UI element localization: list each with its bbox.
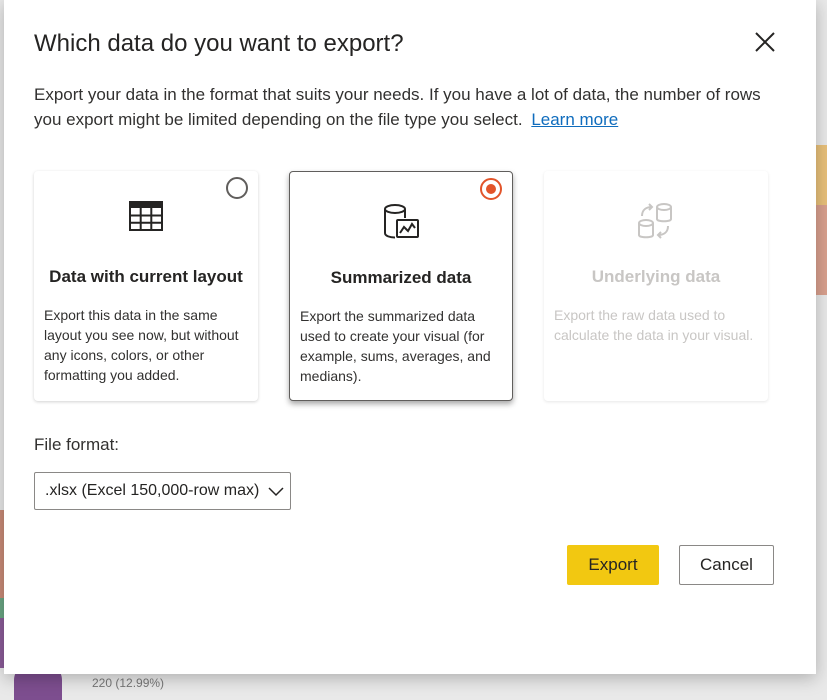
option-description: Export the summarized data used to creat… [300,308,491,384]
close-button[interactable] [751,28,779,56]
dialog-title: Which data do you want to export? [34,30,404,57]
background-data-label: 220 (12.99%) [92,676,165,690]
option-description: Export the raw data used to calculate th… [554,307,754,343]
summarized-data-icon [384,204,419,239]
dialog-description: Export your data in the format that suit… [34,82,764,132]
background-report-visual [815,205,827,295]
option-card-current-layout[interactable]: Data with current layout Export this dat… [34,171,258,401]
file-format-label: File format: [34,435,120,454]
table-icon [129,201,163,231]
cancel-button[interactable]: Cancel [679,545,774,585]
option-description: Export this data in the same layout you … [44,307,239,383]
radio-current-layout[interactable] [226,177,248,199]
option-card-summarized-data[interactable]: Summarized data Export the summarized da… [289,171,513,401]
underlying-data-icon [638,203,672,239]
export-button[interactable]: Export [567,545,659,585]
radio-summarized-data[interactable] [480,178,502,200]
export-data-dialog: Which data do you want to export? Export… [4,0,816,674]
option-card-underlying-data: Underlying data Export the raw data used… [544,171,768,401]
option-title: Summarized data [330,268,472,287]
chevron-down-icon [268,487,284,497]
close-icon [755,32,775,52]
learn-more-link[interactable]: Learn more [531,110,618,129]
background-report-visual [815,145,827,205]
file-format-dropdown[interactable]: .xlsx (Excel 150,000-row max) [34,472,291,510]
option-title: Underlying data [591,267,721,286]
option-title: Data with current layout [49,267,243,286]
description-text: Export your data in the format that suit… [34,85,761,129]
file-format-value: .xlsx (Excel 150,000-row max) [45,482,260,499]
